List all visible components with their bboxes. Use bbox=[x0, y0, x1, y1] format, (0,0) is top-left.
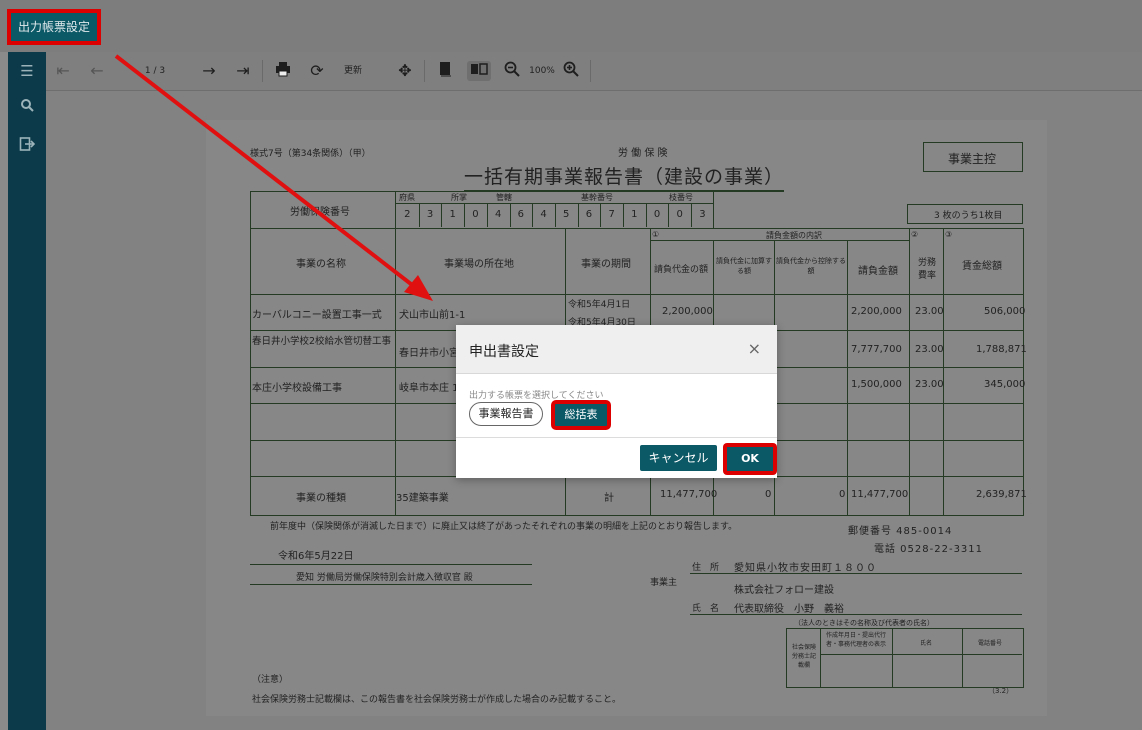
report-option-button[interactable]: 事業報告書 bbox=[469, 402, 543, 426]
dialog-hint: 出力する帳票を選択してください bbox=[469, 391, 604, 401]
dialog-header: 申出書設定 × bbox=[456, 325, 777, 374]
dialog-title: 申出書設定 bbox=[469, 344, 539, 360]
ok-button[interactable]: OK bbox=[725, 445, 775, 473]
close-icon[interactable]: × bbox=[748, 339, 761, 358]
summary-option-button[interactable]: 総括表 bbox=[553, 402, 609, 428]
output-settings-dialog: 申出書設定 × 出力する帳票を選択してください 事業報告書 総括表 キャンセル … bbox=[456, 325, 777, 478]
cancel-button[interactable]: キャンセル bbox=[640, 445, 717, 471]
dialog-divider bbox=[456, 437, 777, 438]
